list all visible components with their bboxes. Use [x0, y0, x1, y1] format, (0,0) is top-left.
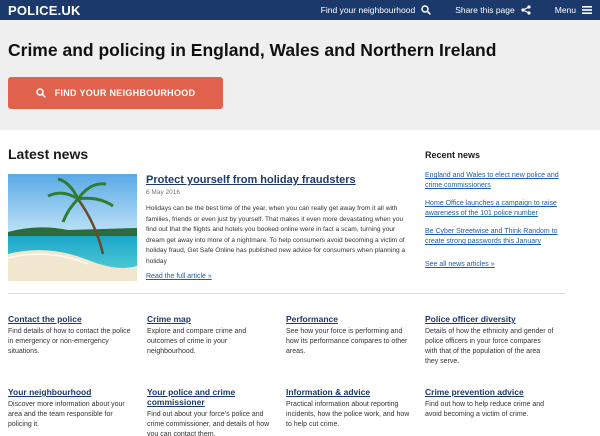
search-icon	[421, 5, 432, 15]
page-title: Crime and policing in England, Wales and…	[8, 40, 497, 60]
find-neighbourhood-button-label: FIND YOUR NEIGHBOURHOOD	[54, 88, 196, 98]
recent-news-panel: Recent news England and Wales to elect n…	[425, 150, 575, 268]
crime-prevention-link[interactable]: Crime prevention advice	[425, 387, 554, 397]
read-full-article-link[interactable]: Read the full article »	[146, 273, 411, 280]
links-row: Contact the police Find details of how t…	[8, 314, 588, 367]
site-logo[interactable]: POLICE.UK	[8, 3, 81, 18]
all-news-link[interactable]: See all news articles »	[425, 261, 575, 268]
find-neighbourhood-label: Find your neighbourhood	[320, 5, 416, 15]
recent-news-list: England and Wales to elect new police an…	[425, 171, 575, 247]
officer-diversity-link[interactable]: Police officer diversity	[425, 314, 554, 324]
find-neighbourhood-link[interactable]: Find your neighbourhood	[321, 5, 432, 15]
share-page-link[interactable]: Share this page	[455, 5, 531, 15]
information-advice-link[interactable]: Information & advice	[286, 387, 415, 397]
link-card-description: See how your force is performing and how…	[286, 328, 408, 355]
list-item: England and Wales to elect new police an…	[425, 171, 575, 191]
link-card-description: Find out how to help reduce crime and av…	[425, 401, 545, 418]
list-item: Home Office launches a campaign to raise…	[425, 199, 575, 219]
link-card-description: Find details of how to contact the polic…	[8, 328, 131, 355]
crime-map-link[interactable]: Crime map	[147, 314, 276, 324]
performance-link[interactable]: Performance	[286, 314, 415, 324]
latest-news-heading: Latest news	[8, 146, 89, 162]
header-actions: Find your neighbourhood Share this page …	[297, 5, 592, 15]
link-card-contact: Contact the police Find details of how t…	[8, 314, 147, 367]
article-image[interactable]	[8, 174, 137, 281]
link-card-diversity: Police officer diversity Details of how …	[425, 314, 564, 367]
link-card-prevention: Crime prevention advice Find out how to …	[425, 387, 564, 436]
article-date: 6 May 2016	[146, 189, 180, 196]
beach-palm-image	[8, 174, 137, 281]
link-card-crime-map: Crime map Explore and compare crime and …	[147, 314, 286, 367]
links-grid: Contact the police Find details of how t…	[8, 314, 588, 436]
link-card-description: Explore and compare crime and outcomes o…	[147, 328, 247, 355]
link-card-information: Information & advice Practical informati…	[286, 387, 425, 436]
search-icon	[35, 88, 46, 98]
menu-button[interactable]: Menu	[555, 5, 592, 15]
share-icon	[521, 5, 531, 15]
share-page-label: Share this page	[455, 5, 515, 15]
recent-news-link[interactable]: Be Cyber Streetwise and Think Random to …	[425, 227, 575, 247]
hero-section: Crime and policing in England, Wales and…	[0, 20, 600, 130]
featured-article: Protect yourself from holiday fraudsters…	[146, 174, 411, 280]
link-card-neighbourhood: Your neighbourhood Discover more informa…	[8, 387, 147, 436]
top-bar: POLICE.UK Find your neighbourhood Share …	[0, 0, 600, 20]
contact-police-link[interactable]: Contact the police	[8, 314, 137, 324]
news-section: Latest news Protect yourself from holida…	[0, 130, 600, 283]
article-summary: Holidays can be the best time of the yea…	[146, 205, 406, 265]
article-title-link[interactable]: Protect yourself from holiday fraudsters	[146, 174, 411, 186]
menu-label: Menu	[554, 5, 576, 15]
section-divider	[8, 293, 565, 294]
link-card-description: Find out about your force's police and c…	[147, 411, 270, 436]
recent-news-link[interactable]: England and Wales to elect new police an…	[425, 171, 575, 191]
link-card-description: Discover more information about your are…	[8, 401, 125, 428]
recent-news-link[interactable]: Home Office launches a campaign to raise…	[425, 199, 575, 219]
hamburger-icon	[582, 6, 592, 14]
link-card-description: Details of how the ethnicity and gender …	[425, 328, 554, 365]
commissioner-link[interactable]: Your police and crime commissioner	[147, 387, 276, 407]
list-item: Be Cyber Streetwise and Think Random to …	[425, 227, 575, 247]
link-card-description: Practical information about reporting in…	[286, 401, 410, 428]
link-card-commissioner: Your police and crime commissioner Find …	[147, 387, 286, 436]
recent-news-heading: Recent news	[425, 150, 481, 160]
links-row: Your neighbourhood Discover more informa…	[8, 387, 588, 436]
link-card-performance: Performance See how your force is perfor…	[286, 314, 425, 367]
find-neighbourhood-button[interactable]: FIND YOUR NEIGHBOURHOOD	[8, 77, 223, 109]
your-neighbourhood-link[interactable]: Your neighbourhood	[8, 387, 137, 397]
